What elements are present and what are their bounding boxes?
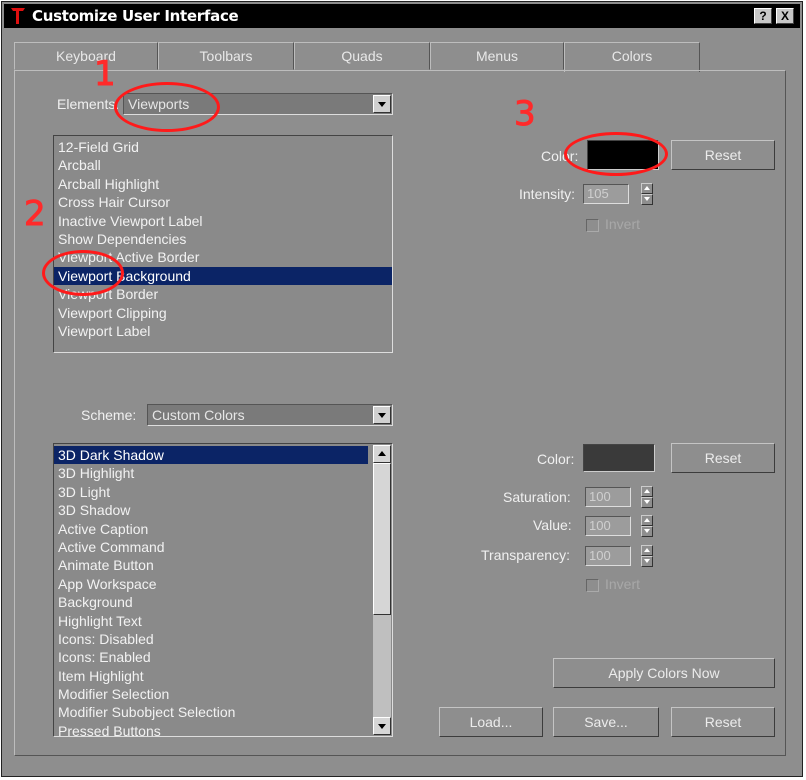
scroll-down-icon[interactable]	[373, 717, 391, 735]
list-item[interactable]: Active Caption	[54, 520, 368, 538]
list-item[interactable]: Arcball	[54, 156, 392, 174]
list-item[interactable]: 3D Highlight	[54, 464, 368, 482]
transparency-label: Transparency:	[481, 547, 570, 563]
list-item[interactable]: Show Dependencies	[54, 230, 392, 248]
tab-keyboard[interactable]: Keyboard	[14, 42, 158, 70]
value-label: Value:	[533, 517, 572, 533]
scheme-dropdown[interactable]: Custom Colors	[147, 404, 393, 426]
app-logo-icon	[11, 8, 25, 24]
annotation-ring-2	[42, 250, 124, 296]
transparency-field[interactable]: 100	[585, 546, 631, 566]
list-item[interactable]: Active Command	[54, 538, 368, 556]
list-item[interactable]: 12-Field Grid	[54, 138, 392, 156]
list-item[interactable]: Background	[54, 593, 368, 611]
annotation-number-1: 1	[94, 54, 117, 95]
scheme-invert-checkbox[interactable]	[586, 579, 599, 592]
chevron-down-icon[interactable]	[373, 406, 391, 424]
tab-toolbars[interactable]: Toolbars	[158, 42, 294, 70]
window-title: Customize User Interface	[32, 7, 239, 25]
list-item[interactable]: 3D Light	[54, 483, 368, 501]
list-item[interactable]: Highlight Text	[54, 612, 368, 630]
list-item[interactable]: Viewport Label	[54, 322, 392, 340]
reset-button[interactable]: Reset	[671, 707, 775, 737]
scheme-color-swatch[interactable]	[583, 444, 655, 472]
annotation-ring-1	[114, 82, 220, 132]
list-item[interactable]: Modifier Selection	[54, 685, 368, 703]
list-item[interactable]: 3D Dark Shadow	[54, 446, 368, 465]
element-color-reset-button[interactable]: Reset	[671, 140, 775, 170]
tab-menus[interactable]: Menus	[430, 42, 564, 70]
colors-panel: Elements: Viewports 12-Field Grid Arcball…	[14, 70, 786, 756]
annotation-number-3: 3	[514, 94, 537, 135]
apply-colors-now-button[interactable]: Apply Colors Now	[553, 658, 775, 688]
transparency-spinner[interactable]	[641, 545, 653, 567]
list-item[interactable]: Pressed Buttons	[54, 722, 368, 736]
saturation-spinner[interactable]	[641, 486, 653, 508]
list-item[interactable]: Inactive Viewport Label	[54, 212, 392, 230]
list-item[interactable]: Item Highlight	[54, 667, 368, 685]
intensity-label: Intensity:	[519, 186, 576, 202]
scheme-scrollbar[interactable]	[373, 445, 391, 735]
list-item[interactable]: Viewport Clipping	[54, 304, 392, 322]
scheme-color-label: Color:	[537, 451, 575, 467]
list-item[interactable]: Arcball Highlight	[54, 175, 392, 193]
scheme-label: Scheme:	[81, 407, 137, 423]
scroll-thumb[interactable]	[373, 463, 391, 615]
dialog-window: Customize User Interface ? X Keyboard To…	[1, 1, 803, 777]
elements-list[interactable]: 12-Field Grid Arcball Arcball Highlight Cro…	[53, 135, 393, 353]
list-item[interactable]: 3D Shadow	[54, 501, 368, 519]
element-invert-checkbox[interactable]	[586, 219, 599, 232]
list-item[interactable]: Animate Button	[54, 556, 368, 574]
list-item[interactable]: Icons: Disabled	[54, 630, 368, 648]
scheme-invert-label: Invert	[605, 576, 641, 592]
load-button[interactable]: Load...	[439, 707, 543, 737]
saturation-label: Saturation:	[503, 489, 571, 505]
help-button[interactable]: ?	[754, 8, 772, 24]
elements-label: Elements:	[57, 96, 120, 112]
tab-strip: Keyboard Toolbars Quads Menus Colors	[14, 42, 786, 72]
list-item[interactable]: App Workspace	[54, 575, 368, 593]
intensity-field[interactable]: 105	[583, 184, 629, 204]
value-spinner[interactable]	[641, 515, 653, 537]
annotation-number-2: 2	[24, 194, 47, 235]
chevron-down-icon[interactable]	[373, 95, 391, 113]
value-field[interactable]: 100	[585, 516, 631, 536]
scheme-color-reset-button[interactable]: Reset	[671, 443, 775, 473]
list-item[interactable]: Modifier Subobject Selection	[54, 703, 368, 721]
element-invert-label: Invert	[605, 216, 641, 232]
scheme-list[interactable]: 3D Dark Shadow 3D Highlight 3D Light 3D Sha…	[53, 443, 393, 737]
intensity-spinner[interactable]	[641, 183, 653, 205]
scroll-up-icon[interactable]	[373, 445, 391, 463]
saturation-field[interactable]: 100	[585, 487, 631, 507]
close-button[interactable]: X	[776, 8, 794, 24]
save-button[interactable]: Save...	[553, 707, 659, 737]
scheme-value: Custom Colors	[152, 407, 245, 423]
tab-quads[interactable]: Quads	[294, 42, 430, 70]
list-item[interactable]: Cross Hair Cursor	[54, 193, 392, 211]
list-item[interactable]: Icons: Enabled	[54, 648, 368, 666]
annotation-ring-3	[564, 132, 668, 176]
tab-colors[interactable]: Colors	[564, 42, 700, 72]
title-bar: Customize User Interface ? X	[4, 4, 800, 28]
